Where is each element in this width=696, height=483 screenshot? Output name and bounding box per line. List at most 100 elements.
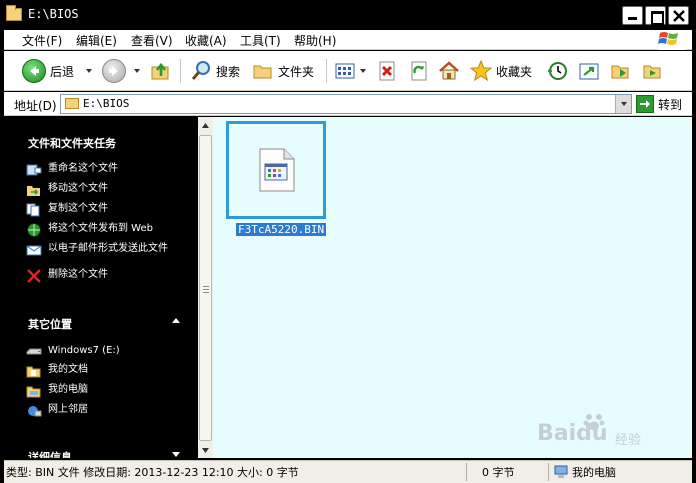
task-pane: 文件和文件夹任务 重命名这个文件 移动这个文件 复制这个文件 将这个文件发布到 … <box>4 117 198 458</box>
paw-icon <box>583 411 605 438</box>
minimize-button[interactable] <box>622 6 643 25</box>
close-button[interactable] <box>668 6 689 25</box>
go-arrow-icon <box>636 95 654 113</box>
refresh-icon <box>408 60 430 82</box>
place-label: 我的文档 <box>48 364 88 375</box>
chevron-down-icon <box>202 447 209 453</box>
go-label: 转到 <box>658 97 683 112</box>
place-label: 网上邻居 <box>48 404 88 415</box>
toolbar-separator <box>326 59 327 83</box>
file-name[interactable]: F3TcA5220.BIN <box>236 223 327 236</box>
menu-edit[interactable]: 编辑(E) <box>76 32 117 49</box>
views-button[interactable] <box>334 57 366 85</box>
address-value: E:\BIOS <box>83 97 130 110</box>
history-icon <box>546 60 568 82</box>
copy-to-button[interactable] <box>610 57 632 85</box>
copy-icon <box>26 203 40 217</box>
chevron-up-icon <box>202 122 209 128</box>
drive-icon <box>26 348 42 355</box>
move-to-button[interactable] <box>578 57 600 85</box>
up-button[interactable] <box>150 57 172 85</box>
place-network[interactable]: 网上邻居 <box>26 404 88 418</box>
my-documents-icon <box>26 366 41 378</box>
scroll-thumb[interactable] <box>199 135 212 441</box>
place-label: 我的电脑 <box>48 384 88 395</box>
my-computer-icon <box>554 465 568 478</box>
task-label: 删除这个文件 <box>48 269 108 280</box>
folder-options-button[interactable] <box>642 57 664 85</box>
task-rename[interactable]: 重命名这个文件 <box>26 163 118 177</box>
globe-icon <box>27 223 41 237</box>
my-computer-icon <box>26 386 41 398</box>
menu-file[interactable]: 文件(F) <box>22 32 62 49</box>
bin-file-icon <box>259 148 295 192</box>
chevron-down-icon[interactable] <box>86 69 93 73</box>
chevron-down-icon[interactable] <box>134 69 140 73</box>
place-my-computer[interactable]: 我的电脑 <box>26 384 88 398</box>
history-button[interactable] <box>546 57 568 85</box>
status-location: 我的电脑 <box>554 464 616 480</box>
file-view[interactable]: F3TcA5220.BIN Baidu 经验 <box>213 117 692 458</box>
place-drive-e[interactable]: Windows7 (E:) <box>26 345 120 359</box>
back-button[interactable]: 后退 <box>22 57 93 85</box>
windows-logo-icon <box>658 30 686 50</box>
place-my-documents[interactable]: 我的文档 <box>26 364 88 378</box>
favorites-label: 收藏夹 <box>496 64 533 79</box>
task-copy[interactable]: 复制这个文件 <box>26 203 108 217</box>
expand-details-icon[interactable] <box>172 452 180 457</box>
copy-to-icon <box>610 60 632 82</box>
collapse-other-places-icon[interactable] <box>172 318 180 323</box>
address-bar: 地址(D) E:\BIOS 转到 <box>4 92 692 116</box>
forward-button[interactable] <box>102 57 140 85</box>
file-item[interactable]: F3TcA5220.BIN <box>226 121 328 236</box>
task-publish-web[interactable]: 将这个文件发布到 Web <box>26 223 153 237</box>
task-label: 移动这个文件 <box>48 183 108 194</box>
other-places-title[interactable]: 其它位置 <box>28 316 72 332</box>
delete-icon <box>376 60 398 82</box>
title-bar[interactable]: E:\BIOS <box>0 0 696 30</box>
chevron-down-icon <box>620 102 627 106</box>
task-label: 以电子邮件形式发送此文件 <box>48 243 168 254</box>
status-divider <box>466 463 467 481</box>
address-input[interactable]: E:\BIOS <box>60 94 632 114</box>
search-label: 搜索 <box>216 64 241 79</box>
task-delete[interactable]: 删除这个文件 <box>26 269 108 283</box>
move-to-icon <box>578 60 600 82</box>
back-arrow-icon <box>22 59 46 83</box>
menu-view[interactable]: 查看(V) <box>131 32 173 49</box>
menu-tools[interactable]: 工具(T) <box>240 32 281 49</box>
toolbar-separator <box>180 59 181 83</box>
window-title: E:\BIOS <box>28 7 79 21</box>
star-icon <box>470 60 492 82</box>
menu-favorites[interactable]: 收藏(A) <box>185 32 227 49</box>
menu-help[interactable]: 帮助(H) <box>294 32 336 49</box>
maximize-button[interactable] <box>645 6 666 25</box>
chevron-down-icon[interactable] <box>360 69 366 73</box>
go-button[interactable]: 转到 <box>636 94 682 114</box>
home-button[interactable] <box>438 57 460 85</box>
delete-button[interactable] <box>376 57 398 85</box>
search-button[interactable]: 搜索 <box>190 57 240 85</box>
status-size: 0 字节 <box>482 466 515 479</box>
delete-icon <box>27 269 41 283</box>
address-dropdown-button[interactable] <box>615 95 631 113</box>
forward-arrow-icon <box>102 59 126 83</box>
task-pane-scrollbar[interactable] <box>198 117 213 458</box>
task-move[interactable]: 移动这个文件 <box>26 183 108 197</box>
refresh-button[interactable] <box>408 57 430 85</box>
favorites-button[interactable]: 收藏夹 <box>470 57 532 85</box>
file-tasks-title[interactable]: 文件和文件夹任务 <box>28 135 116 151</box>
folders-button[interactable]: 文件夹 <box>252 57 314 85</box>
explorer-window: E:\BIOS 文件(F) 编辑(E) 查看(V) 收藏(A) 工具(T) 帮助… <box>0 0 696 483</box>
details-title[interactable]: 详细信息 <box>28 449 72 458</box>
watermark-sub: 经验 <box>615 433 642 448</box>
menu-bar: 文件(F) 编辑(E) 查看(V) 收藏(A) 工具(T) 帮助(H) <box>4 30 692 50</box>
scroll-down-button[interactable] <box>198 442 213 458</box>
task-label: 重命名这个文件 <box>48 163 118 174</box>
scroll-up-button[interactable] <box>198 117 213 133</box>
file-selection-box[interactable] <box>226 121 326 219</box>
views-icon <box>334 60 356 82</box>
task-label: 复制这个文件 <box>48 203 108 214</box>
task-email[interactable]: 以电子邮件形式发送此文件 <box>26 243 176 257</box>
home-icon <box>438 60 460 82</box>
